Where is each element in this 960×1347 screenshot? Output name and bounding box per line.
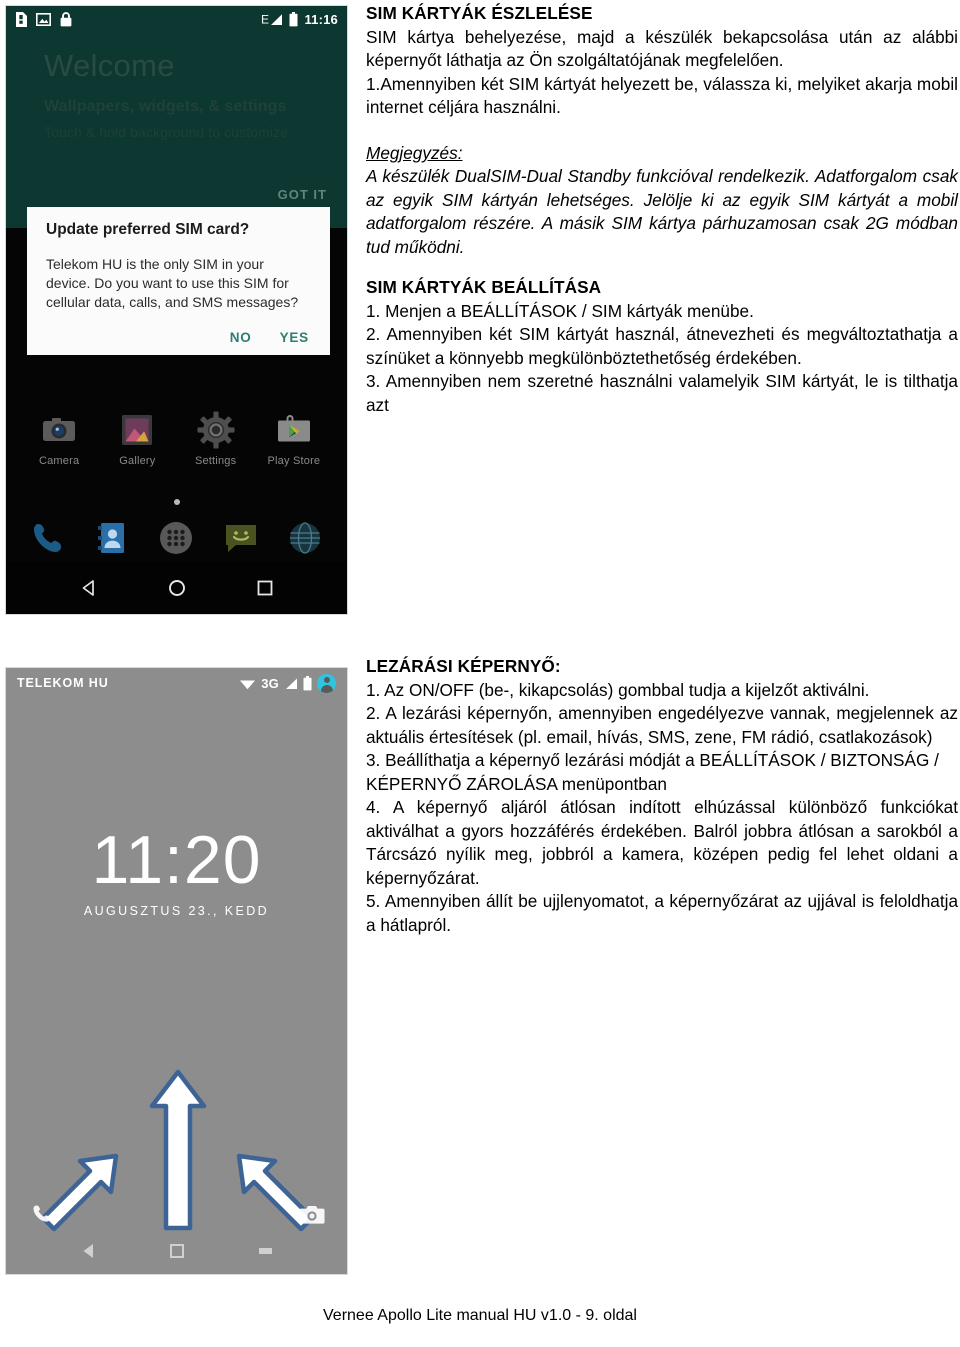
unlock-icon[interactable] — [165, 1200, 189, 1226]
home-dock — [6, 517, 347, 559]
status-bar-clock: 11:16 — [304, 11, 338, 27]
recents-icon[interactable] — [255, 1241, 275, 1261]
dialog-title: Update preferred SIM card? — [46, 221, 250, 238]
back-icon[interactable] — [79, 578, 99, 598]
note-body: A készülék DualSIM-Dual Standby funkcióv… — [366, 166, 958, 257]
dialog-yes-button[interactable]: YES — [280, 330, 309, 345]
image-icon — [36, 12, 51, 26]
status-bar: E 11:16 — [6, 6, 347, 32]
network-type-label: 3G — [261, 675, 279, 691]
lock-clock: 11:20 — [91, 822, 262, 898]
heading-sim-detection: SIM KÁRTYÁK ÉSZLELÉSE — [366, 3, 593, 23]
network-type-icon: E — [261, 13, 283, 26]
gallery-icon — [117, 410, 157, 450]
home-icon[interactable] — [167, 1241, 187, 1261]
paragraph-sim-setup-step2: 2. Amennyiben két SIM kártyát használ, á… — [366, 324, 958, 368]
page-indicator-dot — [173, 499, 180, 505]
contacts-icon[interactable] — [91, 517, 133, 559]
browser-icon[interactable] — [284, 517, 326, 559]
status-bar-right-icons: E 11:16 — [261, 11, 338, 27]
home-screen-screenshot: E 11:16 Welcome Wallpapers, widgets, & s… — [5, 5, 348, 615]
camera-icon — [39, 410, 79, 450]
paragraph-lock-step5: 5. Amennyiben állít be ujjlenyomatot, a … — [366, 891, 958, 935]
got-it-button[interactable]: GOT IT — [278, 187, 327, 202]
paragraph-lock-step1: 1. Az ON/OFF (be-, kikapcsolás) gombbal … — [366, 679, 870, 700]
carrier-label: TELEKOM HU — [17, 676, 109, 690]
paragraph-lock-step2: 2. A lezárási képernyőn, amennyiben enge… — [366, 703, 958, 747]
recents-icon[interactable] — [255, 578, 275, 598]
app-label: Settings — [194, 455, 237, 467]
paragraph-sim-setup-step1: 1. Menjen a BEÁLLÍTÁSOK / SIM kártyák me… — [366, 300, 754, 321]
gear-icon — [196, 410, 236, 450]
phone-icon[interactable] — [27, 517, 69, 559]
network-type-label: E — [261, 13, 269, 26]
app-label: Gallery — [119, 455, 156, 467]
text-column-top: SIM KÁRTYÁK ÉSZLELÉSE SIM kártya behelye… — [366, 2, 958, 417]
manual-page: E 11:16 Welcome Wallpapers, widgets, & s… — [0, 0, 960, 1347]
back-icon[interactable] — [79, 1241, 99, 1261]
dialog-body: Telekom HU is the only SIM in your devic… — [46, 256, 299, 310]
sim-preference-dialog: Update preferred SIM card? Telekom HU is… — [27, 207, 330, 355]
lock-shortcut-icons — [6, 1192, 347, 1226]
paragraph-lock-step4: 4. A képernyő aljáról átlósan indított e… — [366, 797, 958, 888]
welcome-subtitle: Wallpapers, widgets, & settings — [44, 98, 287, 115]
app-label: Play Store — [267, 455, 321, 467]
lock-screen-screenshot: TELEKOM HU 3G 11:20 AUGUSZTUS 23., KEDD — [5, 667, 348, 1275]
app-shortcut-gallery[interactable]: Gallery — [104, 410, 170, 467]
signal-icon — [286, 678, 297, 689]
lock-status-right-icons: 3G — [239, 673, 336, 693]
heading-lock-screen: LEZÁRÁSI KÉPERNYŐ: — [366, 656, 561, 676]
play-store-icon — [274, 410, 314, 450]
paragraph-lock-step3: 3. Beállíthatja a képernyő lezárási módj… — [366, 750, 939, 794]
lock-status-bar: TELEKOM HU 3G — [6, 668, 347, 698]
section-lock-screen: TELEKOM HU 3G 11:20 AUGUSZTUS 23., KEDD … — [0, 655, 960, 1280]
avatar[interactable] — [317, 673, 336, 693]
sim-card-icon — [16, 11, 27, 27]
paragraph-sim-detection-intro: SIM kártya behelyezése, majd a készülék … — [366, 26, 958, 71]
app-shortcut-play-store[interactable]: Play Store — [261, 410, 327, 467]
dialog-no-button[interactable]: NO — [230, 330, 252, 345]
note-label: Megjegyzés: — [366, 142, 463, 163]
camera-icon[interactable] — [299, 1204, 325, 1226]
welcome-title: Welcome — [44, 48, 175, 83]
paragraph-sim-setup-step3: 3. Amennyiben nem szeretné használni val… — [366, 371, 958, 415]
lock-date: AUGUSZTUS 23., KEDD — [83, 904, 270, 918]
paragraph-sim-detection-step1: 1.Amennyiben két SIM kártyát helyezett b… — [366, 73, 958, 118]
battery-icon — [303, 675, 312, 690]
text-column-bottom: LEZÁRÁSI KÉPERNYŐ: 1. Az ON/OFF (be-, ki… — [366, 655, 958, 937]
battery-icon — [289, 11, 298, 26]
welcome-hint: Touch & hold background to customize — [44, 124, 289, 140]
navigation-bar — [6, 562, 347, 614]
phone-icon[interactable] — [30, 1202, 54, 1226]
wifi-icon — [240, 680, 256, 689]
app-shortcut-settings[interactable]: Settings — [183, 410, 249, 467]
page-footer: Vernee Apollo Lite manual HU v1.0 - 9. o… — [323, 1307, 637, 1324]
app-drawer-icon[interactable] — [155, 517, 197, 559]
heading-sim-setup: SIM KÁRTYÁK BEÁLLÍTÁSA — [366, 277, 602, 297]
app-label: Camera — [38, 455, 80, 467]
app-shortcut-camera[interactable]: Camera — [26, 410, 92, 467]
home-app-row: Camera Gallery Settings Play Store — [6, 410, 347, 467]
section-sim-detection: E 11:16 Welcome Wallpapers, widgets, & s… — [0, 0, 960, 625]
status-bar-left-icons — [15, 11, 72, 27]
lock-icon — [60, 11, 72, 26]
home-icon[interactable] — [167, 578, 187, 598]
lock-navigation-bar — [6, 1228, 347, 1274]
messaging-icon[interactable] — [220, 517, 262, 559]
dialog-actions: NO YES — [46, 330, 311, 345]
